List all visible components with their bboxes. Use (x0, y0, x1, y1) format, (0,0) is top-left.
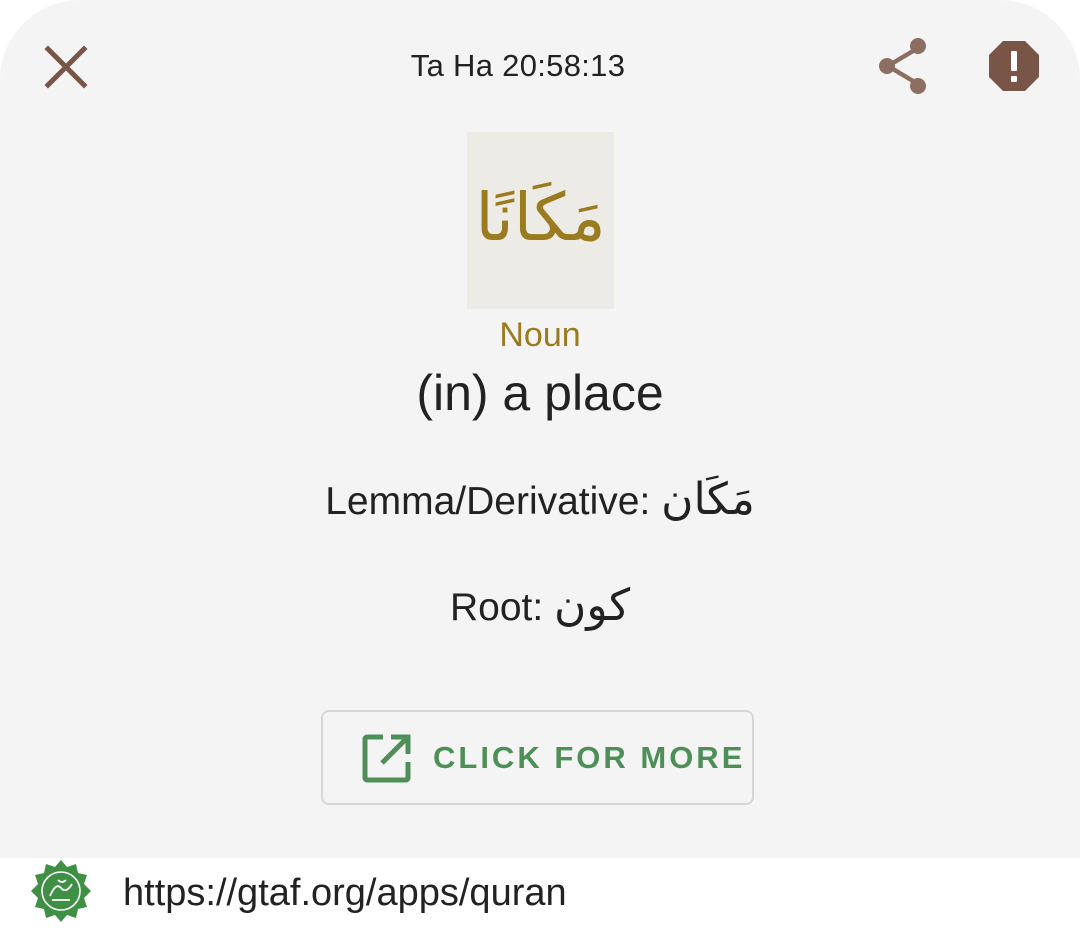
word-meaning: (in) a place (416, 365, 664, 421)
share-icon (879, 38, 926, 94)
arabic-word-box: مَكَانًا (467, 132, 614, 309)
report-icon (989, 41, 1039, 91)
url-bar: https://gtaf.org/apps/quran (0, 858, 1080, 949)
click-for-more-button[interactable]: CLICK FOR MORE (321, 710, 754, 805)
root-value: كون (554, 580, 631, 631)
word-detail-card: Ta Ha 20:58:13 مَكَانًا Noun (in) a plac… (0, 0, 1080, 858)
click-for-more-label: CLICK FOR MORE (433, 739, 746, 775)
open-in-new-icon (362, 734, 411, 782)
quran-logo (31, 860, 91, 922)
lemma-label: Lemma/Derivative: (325, 480, 651, 523)
share-button[interactable] (872, 34, 936, 98)
source-url[interactable]: https://gtaf.org/apps/quran (123, 872, 567, 915)
lemma-value: مَكَان (661, 474, 755, 525)
header-bar: Ta Ha 20:58:13 (0, 0, 1080, 135)
root-label: Root: (449, 586, 544, 629)
part-of-speech: Noun (499, 316, 581, 354)
arabic-word: مَكَانًا (475, 178, 606, 256)
lemma-line: Lemma/Derivative: مَكَان (0, 474, 1080, 525)
root-line: Root: كون (0, 580, 1080, 631)
report-button[interactable] (984, 36, 1044, 96)
